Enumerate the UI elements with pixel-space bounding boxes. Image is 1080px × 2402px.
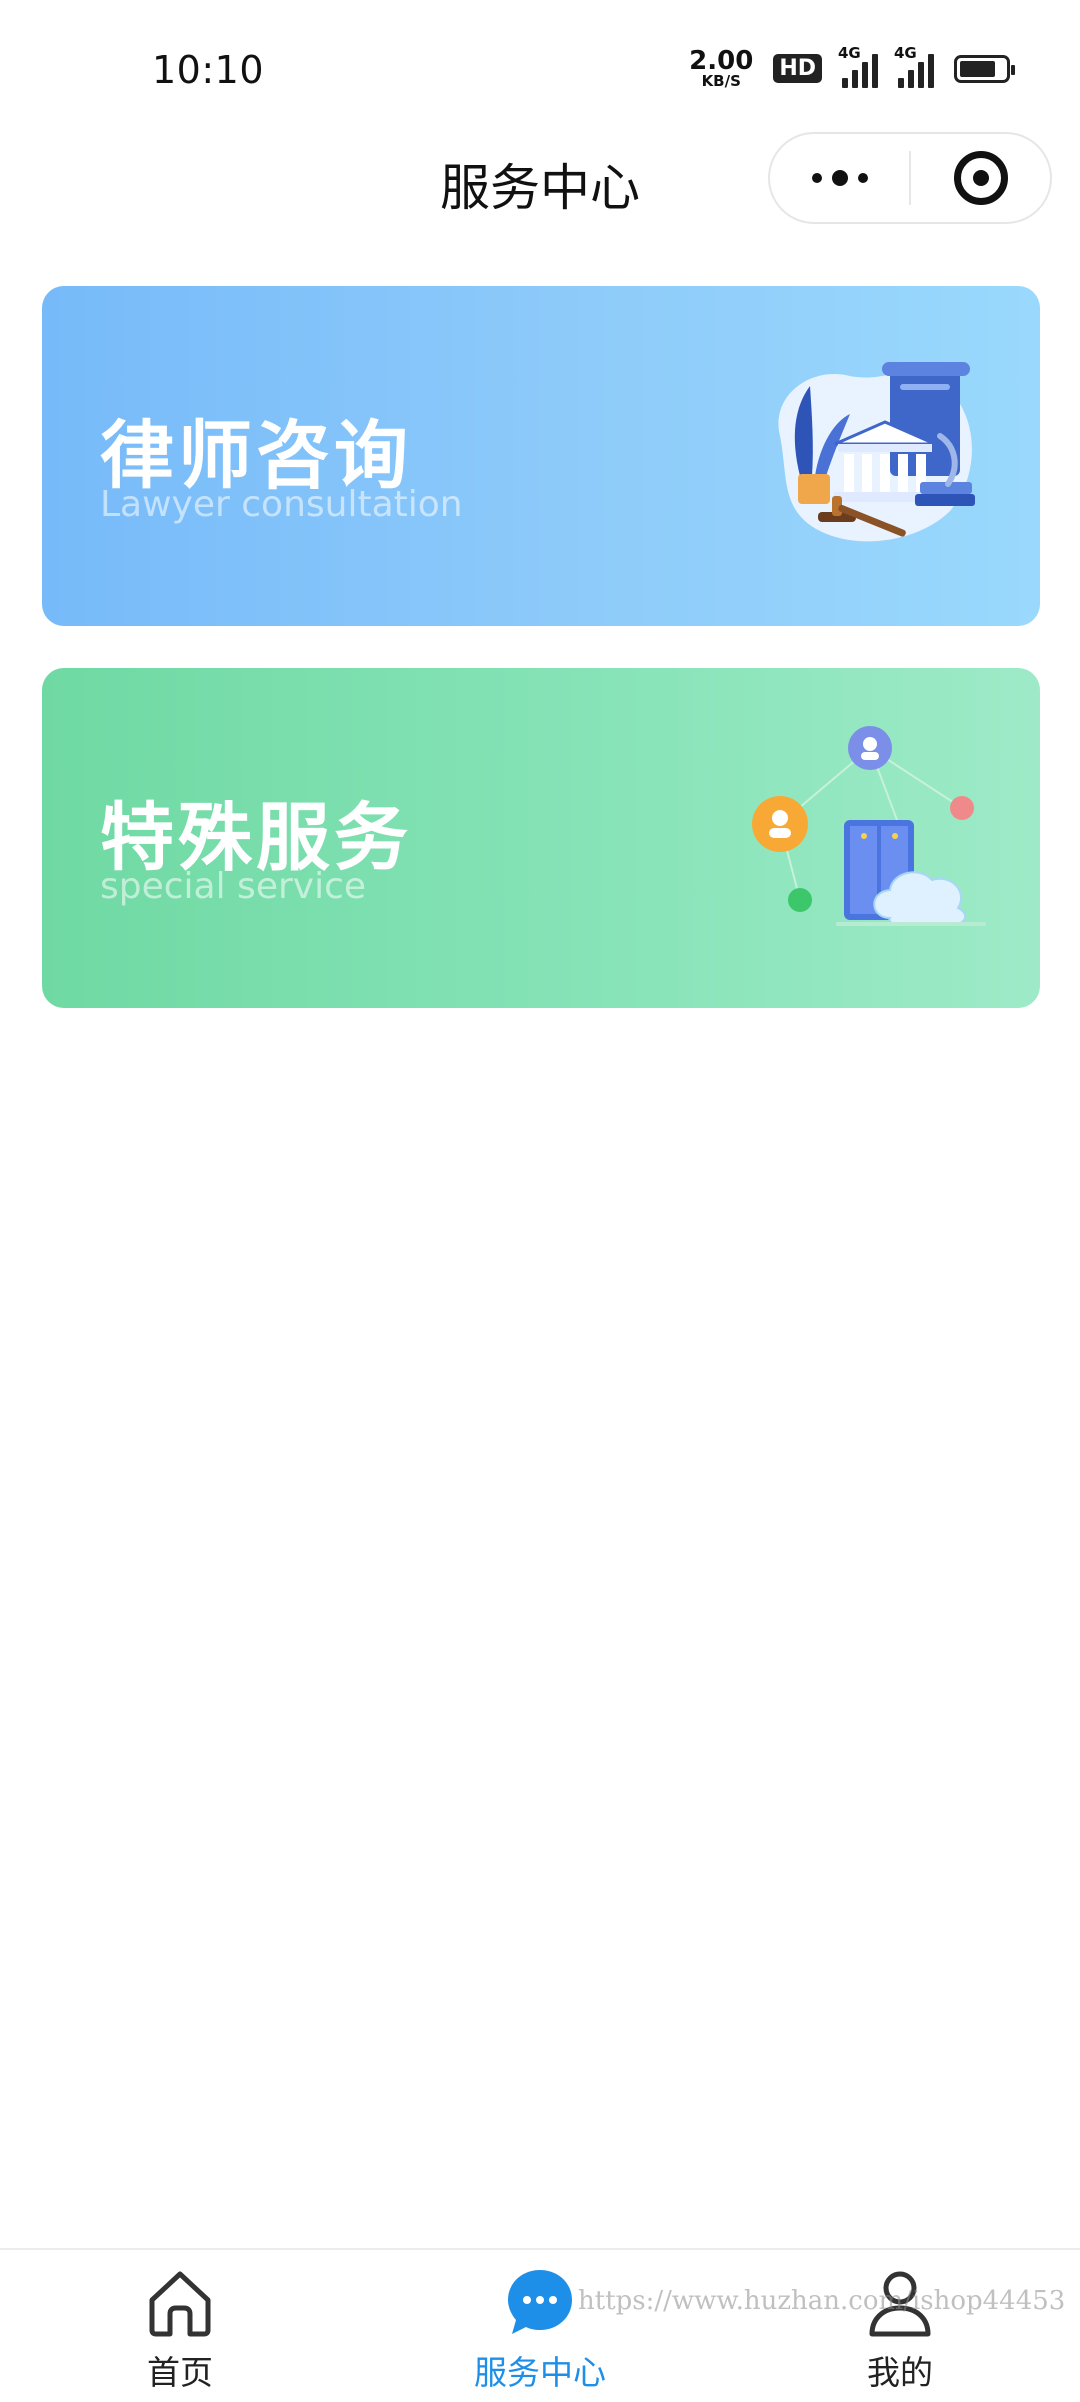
tab-mine[interactable]: 我的 — [800, 2264, 1000, 2394]
mini-program-capsule — [768, 132, 1052, 224]
signal-icon-2: 4G — [894, 44, 934, 88]
tab-home[interactable]: 首页 — [80, 2264, 280, 2394]
status-time: 10:10 — [152, 48, 265, 92]
more-menu-button[interactable] — [770, 134, 909, 222]
tab-label: 我的 — [867, 2353, 933, 2392]
network-speed-unit: KB/S — [701, 72, 741, 90]
tab-service-center[interactable]: 服务中心 — [440, 2264, 640, 2394]
chat-bubble-icon — [508, 2270, 572, 2334]
battery-icon — [954, 54, 1015, 83]
close-button[interactable] — [911, 134, 1050, 222]
dot — [831, 170, 848, 186]
lawyer-consultation-card[interactable]: 律师咨询 Lawyer consultation — [42, 286, 1040, 626]
special-service-card[interactable]: 特殊服务 special service — [42, 668, 1040, 1008]
hd-icon: HD — [773, 54, 822, 83]
card-subtitle: special service — [100, 866, 367, 907]
tab-label: 服务中心 — [474, 2353, 606, 2392]
dot — [857, 173, 868, 183]
signal-type-label: 4G — [838, 43, 861, 62]
signal-type-label-2: 4G — [894, 43, 917, 62]
dot — [811, 173, 822, 183]
special-service-illustration-icon — [752, 726, 986, 926]
tab-label: 首页 — [147, 2353, 213, 2392]
watermark-text: https://www.huzhan.com/ishop44453 — [578, 2286, 1066, 2316]
status-icons: 2.00 KB/S HD 4G 4G — [689, 44, 1015, 89]
card-subtitle: Lawyer consultation — [100, 484, 463, 525]
status-bar: 10:10 2.00 KB/S HD 4G 4G — [0, 0, 1080, 130]
network-speed-value: 2.00 — [689, 46, 754, 76]
home-icon — [149, 2271, 211, 2337]
bottom-tab-bar: 首页 服务中心 我的 — [0, 2248, 1080, 2402]
signal-icon: 4G — [838, 44, 878, 88]
network-speed: 2.00 KB/S — [689, 48, 753, 89]
target-icon — [953, 151, 1008, 205]
lawyer-illustration-icon — [778, 362, 975, 542]
